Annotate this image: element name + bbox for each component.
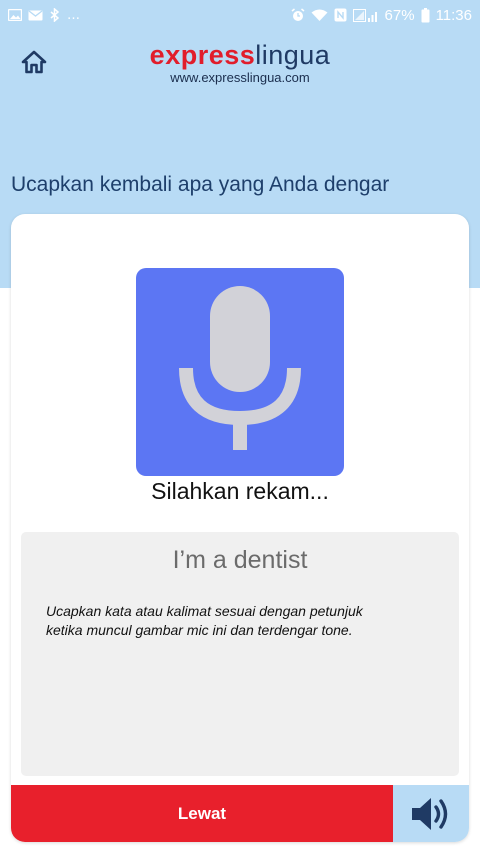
brand-lingua: lingua [255,40,331,70]
microphone-icon [179,286,301,450]
home-icon [21,50,47,79]
status-right-icons: 67% 11:36 [291,7,472,24]
home-button[interactable] [18,48,50,80]
gallery-icon [8,9,22,21]
speaker-icon [412,797,448,830]
brand-logo: expresslingua www.expresslingua.com [0,38,480,85]
hint-line-1: Ucapkan kata atau kalimat sesuai dengan … [46,603,363,619]
clock: 11:36 [435,6,472,24]
battery-icon [421,7,430,23]
skip-button[interactable]: Lewat [11,785,393,842]
target-phrase: I’m a dentist [172,546,308,574]
brand-name: expresslingua [0,38,480,72]
more-notifications: … [67,7,80,23]
alarm-icon [291,8,305,22]
prompt-panel: I’m a dentist Ucapkan kata atau kalimat … [21,532,459,776]
signal-icon [352,8,379,22]
bluetooth-icon [49,8,61,22]
action-bar: Lewat [11,785,469,842]
record-button[interactable] [136,268,344,476]
nfc-icon [334,8,347,22]
hint-line-2: ketika muncul gambar mic ini dan terdeng… [46,622,353,638]
recording-status: Silahkan rekam... [151,478,329,504]
play-audio-button[interactable] [393,785,469,842]
instruction-text: Ucapkan kembali apa yang Anda dengar [11,173,390,196]
hint-text: Ucapkan kata atau kalimat sesuai dengan … [46,602,406,640]
brand-express: express [149,40,256,70]
wifi-icon [311,9,328,22]
exercise-card: Silahkan rekam... I’m a dentist Ucapkan … [11,214,469,842]
brand-url: www.expresslingua.com [170,70,310,85]
status-left-icons: … [8,8,80,23]
mail-icon [28,9,43,21]
status-bar: … 67% 11:36 [0,0,480,30]
battery-percent: 67% [384,6,415,24]
